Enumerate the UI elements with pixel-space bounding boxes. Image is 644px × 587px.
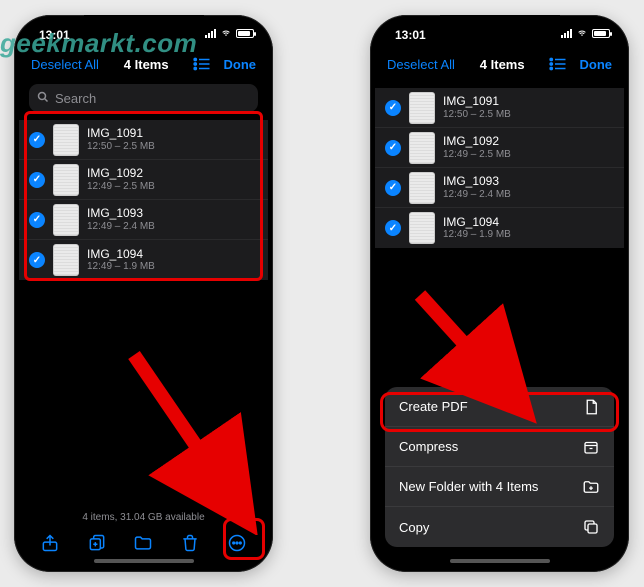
menu-new-folder[interactable]: New Folder with 4 Items [385, 467, 614, 507]
file-name: IMG_1091 [443, 95, 511, 108]
battery-icon [592, 29, 610, 38]
archive-icon [582, 438, 600, 456]
search-container: Search [19, 80, 268, 120]
file-list: ✓ IMG_109112:50 – 2.5 MB ✓ IMG_109212:49… [19, 120, 268, 280]
done-button[interactable]: Done [223, 57, 256, 72]
file-subtitle: 12:50 – 2.5 MB [87, 141, 155, 152]
nav-bar: Deselect All 4 Items Done [375, 48, 624, 80]
home-indicator [94, 559, 194, 563]
wifi-icon [576, 29, 588, 38]
checkmark-icon[interactable]: ✓ [29, 132, 45, 148]
file-thumbnail [409, 212, 435, 244]
menu-label: Compress [399, 439, 458, 454]
file-row[interactable]: ✓ IMG_109312:49 – 2.4 MB [19, 200, 268, 240]
checkmark-icon[interactable]: ✓ [385, 220, 401, 236]
file-name: IMG_1092 [87, 167, 155, 180]
file-thumbnail [409, 132, 435, 164]
menu-label: Copy [399, 520, 429, 535]
file-subtitle: 12:50 – 2.5 MB [443, 109, 511, 120]
move-button[interactable] [129, 529, 157, 557]
duplicate-button[interactable] [83, 529, 111, 557]
deselect-all-button[interactable]: Deselect All [387, 57, 455, 72]
file-subtitle: 12:49 – 2.4 MB [87, 221, 155, 232]
menu-create-pdf[interactable]: Create PDF [385, 387, 614, 427]
list-view-icon[interactable] [549, 57, 567, 71]
context-menu: Create PDF Compress New Folder with 4 It… [385, 387, 614, 547]
file-row[interactable]: ✓ IMG_109212:49 – 2.5 MB [19, 160, 268, 200]
notch [440, 15, 560, 37]
checkmark-icon[interactable]: ✓ [385, 180, 401, 196]
file-row[interactable]: ✓ IMG_109412:49 – 1.9 MB [375, 208, 624, 248]
checkmark-icon[interactable]: ✓ [385, 100, 401, 116]
file-thumbnail [409, 92, 435, 124]
menu-compress[interactable]: Compress [385, 427, 614, 467]
status-time: 13:01 [395, 28, 426, 42]
cellular-icon [561, 29, 572, 38]
phone-left: 13:01 Deselect All 4 Items Done [14, 15, 273, 572]
nav-title: 4 Items [480, 57, 525, 72]
watermark-text: geekmarkt.com [0, 28, 197, 59]
file-row[interactable]: ✓ IMG_109112:50 – 2.5 MB [375, 88, 624, 128]
list-view-icon[interactable] [193, 57, 211, 71]
cellular-icon [205, 29, 216, 38]
file-subtitle: 12:49 – 2.5 MB [87, 181, 155, 192]
stage: 13:01 Deselect All 4 Items Done [0, 0, 644, 587]
share-button[interactable] [36, 529, 64, 557]
file-name: IMG_1093 [87, 207, 155, 220]
file-thumbnail [53, 124, 79, 156]
checkmark-icon[interactable]: ✓ [29, 172, 45, 188]
file-subtitle: 12:49 – 2.5 MB [443, 149, 511, 160]
checkmark-icon[interactable]: ✓ [385, 140, 401, 156]
file-thumbnail [53, 164, 79, 196]
search-input[interactable]: Search [29, 84, 258, 112]
trash-button[interactable] [176, 529, 204, 557]
file-name: IMG_1092 [443, 135, 511, 148]
done-button[interactable]: Done [579, 57, 612, 72]
screen-left: 13:01 Deselect All 4 Items Done [19, 20, 268, 567]
file-thumbnail [409, 172, 435, 204]
menu-copy[interactable]: Copy [385, 507, 614, 547]
file-name: IMG_1091 [87, 127, 155, 140]
file-row[interactable]: ✓ IMG_109112:50 – 2.5 MB [19, 120, 268, 160]
file-name: IMG_1094 [443, 216, 511, 229]
more-button[interactable] [223, 529, 251, 557]
phone-right: 13:01 Deselect All 4 Items Done ✓ [370, 15, 629, 572]
file-name: IMG_1093 [443, 175, 511, 188]
file-row[interactable]: ✓ IMG_109312:49 – 2.4 MB [375, 168, 624, 208]
file-subtitle: 12:49 – 1.9 MB [87, 261, 155, 272]
file-subtitle: 12:49 – 1.9 MB [443, 229, 511, 240]
folder-plus-icon [582, 478, 600, 496]
file-thumbnail [53, 244, 79, 276]
battery-icon [236, 29, 254, 38]
search-placeholder: Search [55, 91, 96, 106]
checkmark-icon[interactable]: ✓ [29, 252, 45, 268]
wifi-icon [220, 29, 232, 38]
search-icon [37, 91, 49, 106]
menu-label: Create PDF [399, 399, 468, 414]
checkmark-icon[interactable]: ✓ [29, 212, 45, 228]
footer-status: 4 items, 31.04 GB available [19, 508, 268, 525]
file-list: ✓ IMG_109112:50 – 2.5 MB ✓ IMG_109212:49… [375, 88, 624, 248]
file-row[interactable]: ✓ IMG_109212:49 – 2.5 MB [375, 128, 624, 168]
copy-icon [582, 518, 600, 536]
home-indicator [450, 559, 550, 563]
document-icon [582, 398, 600, 416]
file-thumbnail [53, 204, 79, 236]
file-name: IMG_1094 [87, 248, 155, 261]
screen-right: 13:01 Deselect All 4 Items Done ✓ [375, 20, 624, 567]
menu-label: New Folder with 4 Items [399, 479, 538, 494]
file-subtitle: 12:49 – 2.4 MB [443, 189, 511, 200]
status-indicators [561, 29, 610, 38]
file-row[interactable]: ✓ IMG_109412:49 – 1.9 MB [19, 240, 268, 280]
status-indicators [205, 29, 254, 38]
